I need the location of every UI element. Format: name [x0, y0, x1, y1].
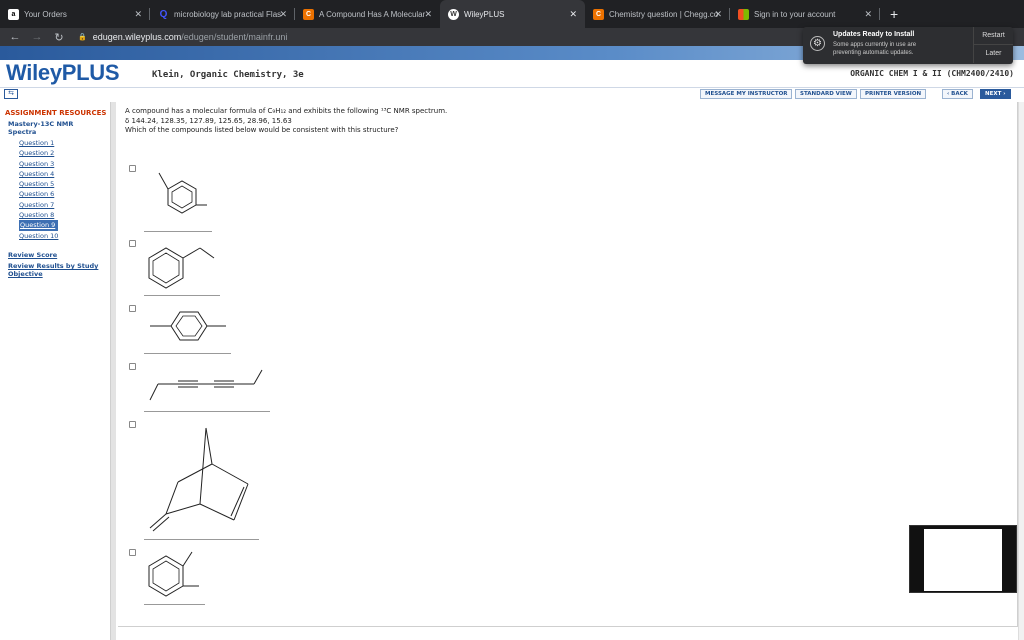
- question-instruction: Which of the compounds listed below woul…: [125, 126, 399, 134]
- close-tab-icon[interactable]: ✕: [864, 9, 872, 20]
- page-header: WileyPLUS Klein, Organic Chemistry, 3e O…: [0, 60, 1024, 88]
- tab-chegg-question[interactable]: C Chemistry question | Chegg.co ✕: [585, 0, 730, 28]
- sidebar-splitter[interactable]: [110, 102, 116, 640]
- review-results-link[interactable]: Review Results by Study Objective: [8, 262, 106, 278]
- question-toolbar: ⇆ MESSAGE MY INSTRUCTOR STANDARD VIEW PR…: [0, 88, 1024, 102]
- close-tab-icon[interactable]: ✕: [134, 9, 142, 20]
- close-tab-icon[interactable]: ✕: [714, 9, 722, 20]
- quizlet-icon: Q: [159, 8, 168, 20]
- question-link-5[interactable]: Question 5: [19, 179, 58, 189]
- question-link-3[interactable]: Question 3: [19, 159, 58, 169]
- structure-option-2: [148, 247, 215, 289]
- microsoft-icon: [738, 8, 749, 20]
- close-tab-icon[interactable]: ✕: [569, 9, 577, 20]
- close-tab-icon[interactable]: ✕: [279, 9, 287, 20]
- structure-option-1: [158, 172, 207, 214]
- question-link-8[interactable]: Question 8: [19, 210, 58, 220]
- restart-button[interactable]: Restart: [973, 27, 1013, 45]
- tab-microbiology[interactable]: Q microbiology lab practical Flas ✕: [150, 0, 295, 28]
- structure-option-4: [149, 369, 263, 401]
- page-scrollbar[interactable]: [1018, 102, 1024, 640]
- wileyplus-icon: W: [448, 8, 459, 20]
- question-link-10[interactable]: Question 10: [19, 231, 58, 241]
- question-link-6[interactable]: Question 6: [19, 189, 58, 199]
- option-divider: [144, 604, 205, 605]
- address-bar[interactable]: 🔒 edugen.wileyplus.com/edugen/student/ma…: [78, 32, 287, 42]
- question-link-4[interactable]: Question 4: [19, 169, 58, 179]
- new-tab-button[interactable]: +: [890, 6, 898, 22]
- settings-gear-icon: ⚙: [810, 36, 825, 51]
- option-divider: [144, 231, 212, 232]
- message-instructor-button[interactable]: MESSAGE MY INSTRUCTOR: [700, 89, 793, 99]
- assignment-title-link[interactable]: Mastery-13C NMR Spectra: [8, 120, 98, 136]
- update-notification: ⚙ Updates Ready to Install Some apps cur…: [803, 27, 1013, 64]
- tab-your-orders[interactable]: a Your Orders ✕: [0, 0, 150, 28]
- course-name: ORGANIC CHEM I & II (CHM2400/2410): [850, 69, 1014, 78]
- structure-option-3: [150, 311, 226, 341]
- option-checkbox-2[interactable]: [129, 240, 136, 247]
- reload-icon[interactable]: ↻: [52, 31, 66, 44]
- option-checkbox-4[interactable]: [129, 363, 136, 370]
- option-checkbox-5[interactable]: [129, 421, 136, 428]
- notification-body: Some apps currently in use are preventin…: [833, 42, 917, 56]
- review-score-link[interactable]: Review Score: [8, 251, 57, 259]
- browser-tab-bar: a Your Orders ✕ Q microbiology lab pract…: [0, 0, 1024, 28]
- tab-wileyplus[interactable]: W WileyPLUS ✕: [440, 0, 585, 28]
- close-tab-icon[interactable]: ✕: [424, 9, 432, 20]
- question-link-7[interactable]: Question 7: [19, 200, 58, 210]
- book-title: Klein, Organic Chemistry, 3e: [152, 70, 304, 80]
- back-button[interactable]: ‹ BACK: [942, 89, 973, 99]
- amazon-icon: a: [8, 8, 19, 20]
- option-divider: [144, 295, 220, 296]
- structure-option-6: [148, 551, 199, 597]
- option-divider: [144, 539, 259, 540]
- wileyplus-logo: WileyPLUS: [6, 60, 120, 85]
- question-link-1[interactable]: Question 1: [19, 138, 58, 148]
- option-divider: [144, 353, 231, 354]
- forward-arrow-icon[interactable]: →: [30, 31, 44, 43]
- screen-preview-thumbnail[interactable]: [909, 525, 1017, 593]
- option-checkbox-6[interactable]: [129, 549, 136, 556]
- standard-view-button[interactable]: STANDARD VIEW: [795, 89, 857, 99]
- tab-chegg-compound[interactable]: C A Compound Has A Molecular ✕: [295, 0, 440, 28]
- nmr-shifts: δ 144.24, 128.35, 127.89, 125.65, 28.96,…: [125, 116, 292, 125]
- question-link-9[interactable]: Question 9: [19, 220, 59, 231]
- question-panel: A compound has a molecular formula of C₉…: [118, 102, 1018, 627]
- option-checkbox-1[interactable]: [129, 165, 136, 172]
- later-button[interactable]: Later: [973, 45, 1013, 63]
- next-button[interactable]: NEXT ›: [980, 89, 1011, 99]
- chegg-icon: C: [303, 8, 314, 20]
- sidebar-toggle-icon[interactable]: ⇆: [4, 89, 18, 99]
- back-arrow-icon[interactable]: ←: [8, 31, 22, 43]
- question-list: Question 1 Question 2 Question 3 Questio…: [19, 138, 59, 241]
- thumbnail-page: [924, 529, 1002, 591]
- assignment-resources-heading: ASSIGNMENT RESOURCES: [5, 109, 107, 117]
- lock-icon: 🔒: [78, 34, 87, 41]
- question-text: A compound has a molecular formula of C₉…: [125, 107, 447, 136]
- chegg-icon: C: [593, 8, 604, 20]
- notification-title: Updates Ready to Install: [833, 31, 915, 38]
- question-prompt: A compound has a molecular formula of C₉…: [125, 107, 448, 115]
- printer-version-button[interactable]: PRINTER VERSION: [860, 89, 927, 99]
- question-link-2[interactable]: Question 2: [19, 148, 58, 158]
- assignment-sidebar: ASSIGNMENT RESOURCES Mastery-13C NMR Spe…: [0, 104, 110, 640]
- tab-sign-in[interactable]: Sign in to your account ✕: [730, 0, 880, 28]
- structure-option-5: [149, 427, 249, 532]
- option-checkbox-3[interactable]: [129, 305, 136, 312]
- option-divider: [144, 411, 270, 412]
